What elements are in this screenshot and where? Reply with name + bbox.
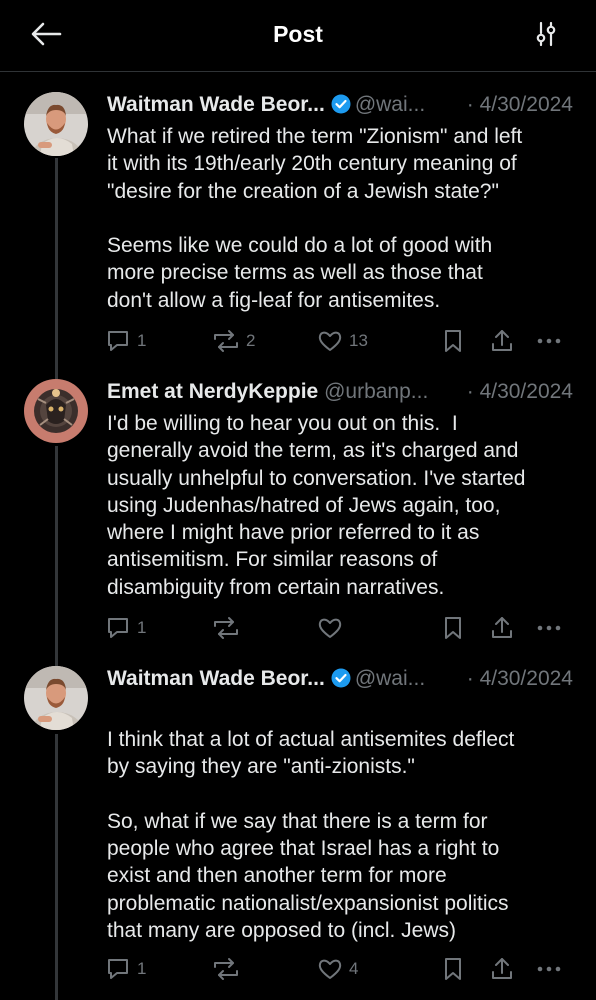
bookmark-button[interactable] [441,326,465,356]
dot-separator: · [466,380,474,403]
post-actions: 1 2 13 [105,326,575,356]
repost-button[interactable] [212,613,246,643]
share-icon [492,330,512,351]
post-header: Emet at NerdyKeppie @urbanp... · 4/30/20… [107,377,577,407]
reply-button[interactable]: 1 [105,326,146,356]
share-button[interactable] [489,326,515,356]
reply-icon [108,618,128,638]
profile-photo [24,379,88,443]
author-handle[interactable]: @wai... [355,667,425,690]
post-text: I'd be willing to hear you out on this. … [107,412,526,599]
more-dots-icon [537,338,561,344]
bookmark-button[interactable] [441,613,465,643]
more-button[interactable] [535,954,563,984]
verified-badge-icon [331,668,351,688]
repost-icon [214,617,238,639]
author-name[interactable]: Emet at NerdyKeppie [107,380,318,403]
more-dots-icon [537,625,561,631]
bookmark-button[interactable] [441,954,465,984]
like-count: 4 [349,959,359,978]
post-date[interactable]: 4/30/2024 [480,667,573,690]
reply-count: 1 [137,331,147,350]
page-title: Post [273,21,323,47]
reply-button[interactable]: 1 [105,613,146,643]
repost-button[interactable]: 2 [212,326,255,356]
avatar[interactable] [24,666,88,730]
more-button[interactable] [535,613,563,643]
author-handle[interactable]: @urbanp... [324,380,428,403]
post-actions: 1 4 [105,954,575,984]
share-button[interactable] [489,954,515,984]
profile-photo [24,92,88,156]
post-text: What if we retired the term "Zionism" an… [107,125,523,312]
reply-count: 1 [137,959,147,978]
post-header: Waitman Wade Beor... @wai... · 4/30/2024 [107,664,577,694]
reply-button[interactable]: 1 [105,954,146,984]
post-date[interactable]: 4/30/2024 [480,380,573,403]
thread-connector [55,158,58,380]
share-icon [492,617,512,638]
avatar[interactable] [24,92,88,156]
repost-count: 2 [246,331,256,350]
like-button[interactable] [317,613,349,643]
more-dots-icon [537,966,561,972]
heart-icon [318,959,342,979]
thread-connector [55,734,58,1000]
post-date[interactable]: 4/30/2024 [480,93,573,116]
like-button[interactable]: 4 [317,954,358,984]
repost-button[interactable] [212,954,246,984]
repost-icon [214,958,238,980]
post-actions: 1 [105,613,575,643]
reply-icon [108,959,128,979]
bookmark-icon [445,958,461,980]
reply-count: 1 [137,618,147,637]
sort-replies-button[interactable] [528,18,564,50]
reply-icon [108,331,128,351]
more-button[interactable] [535,326,563,356]
top-bar: Post [0,0,596,72]
heart-icon [318,331,342,351]
post-header: Waitman Wade Beor... @wai... · 4/30/2024 [107,90,577,120]
like-button[interactable]: 13 [317,326,368,356]
sliders-icon [536,21,556,47]
dot-separator: · [466,667,474,690]
author-name[interactable]: Waitman Wade Beor... [107,93,325,116]
author-name[interactable]: Waitman Wade Beor... [107,667,325,690]
profile-photo [24,666,88,730]
post-text: I think that a lot of actual antisemites… [107,728,515,943]
thread-connector [55,446,58,668]
dot-separator: · [466,93,474,116]
avatar[interactable] [24,379,88,443]
like-count: 13 [349,331,368,350]
bookmark-icon [445,617,461,639]
heart-icon [318,618,342,638]
bookmark-icon [445,330,461,352]
repost-icon [214,330,238,352]
share-button[interactable] [489,613,515,643]
verified-badge-icon [331,94,351,114]
author-handle[interactable]: @wai... [355,93,425,116]
share-icon [492,958,512,979]
